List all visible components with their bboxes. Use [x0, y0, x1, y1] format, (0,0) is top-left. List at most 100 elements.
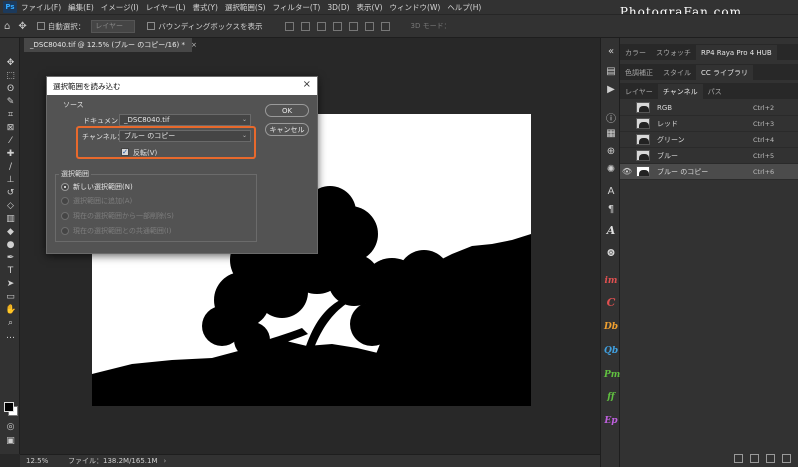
invert-checkbox[interactable]: ✓: [121, 148, 129, 156]
foreground-color-swatch[interactable]: [4, 402, 14, 412]
plugin-ep-icon[interactable]: Ep: [604, 414, 618, 428]
tab-color[interactable]: カラー: [620, 45, 651, 60]
tab-cc-libraries[interactable]: CC ライブラリ: [696, 65, 754, 80]
operation-group-label: 選択範囲: [59, 169, 91, 179]
eye-icon[interactable]: 👁: [620, 167, 634, 176]
channel-row-rgb[interactable]: RGB Ctrl+2: [620, 100, 798, 116]
channel-row-green[interactable]: グリーン Ctrl+4: [620, 132, 798, 148]
menu-edit[interactable]: 編集(E): [68, 2, 94, 13]
align-middle-icon[interactable]: [300, 21, 310, 31]
align-bottom-icon[interactable]: [316, 21, 326, 31]
crop-icon[interactable]: ⌗: [5, 110, 16, 121]
add-selection-radio[interactable]: [61, 197, 69, 205]
move-tool-icon[interactable]: ✥: [18, 21, 26, 32]
save-selection-icon[interactable]: [750, 454, 759, 463]
more-tools-icon[interactable]: …: [5, 331, 16, 342]
lasso-icon[interactable]: ʘ: [5, 84, 16, 95]
tab-raya-pro[interactable]: RP4 Raya Pro 4 HUB: [696, 45, 777, 60]
menu-filter[interactable]: フィルター(T): [273, 2, 321, 13]
type-icon[interactable]: T: [5, 266, 16, 277]
brush-icon[interactable]: ∕: [5, 162, 16, 173]
plugin-ff-icon[interactable]: ff: [604, 390, 618, 404]
tab-styles[interactable]: スタイル: [658, 65, 696, 80]
properties-panel-icon[interactable]: ▦: [601, 128, 621, 139]
healing-icon[interactable]: ✚: [5, 149, 16, 160]
eraser-icon[interactable]: ◇: [5, 201, 16, 212]
frame-icon[interactable]: ⊠: [5, 123, 16, 134]
shape-icon[interactable]: ▭: [5, 292, 16, 303]
cancel-button[interactable]: キャンセル: [265, 123, 309, 136]
menu-view[interactable]: 表示(V): [357, 2, 383, 13]
menu-window[interactable]: ウィンドウ(W): [390, 2, 441, 13]
new-selection-radio[interactable]: [61, 183, 69, 191]
zoom-icon[interactable]: ⌕: [5, 318, 16, 329]
tab-adjustments[interactable]: 色調補正: [620, 65, 658, 80]
gradient-icon[interactable]: ▥: [5, 214, 16, 225]
blur-icon[interactable]: ◆: [5, 227, 16, 238]
pen-icon[interactable]: ✒: [5, 253, 16, 264]
menu-image[interactable]: イメージ(I): [101, 2, 139, 13]
menu-3d[interactable]: 3D(D): [327, 3, 349, 12]
history-brush-icon[interactable]: ↺: [5, 188, 16, 199]
dodge-icon[interactable]: ●: [5, 240, 16, 251]
trash-icon[interactable]: [782, 454, 791, 463]
align-right-icon[interactable]: [364, 21, 374, 31]
plugin-eye-icon[interactable]: ⊛: [604, 246, 618, 260]
status-menu-arrow[interactable]: ›: [164, 457, 167, 465]
bounding-box-checkbox[interactable]: [147, 22, 156, 30]
close-tab-icon[interactable]: ×: [191, 41, 197, 49]
menu-file[interactable]: ファイル(F): [21, 2, 61, 13]
load-channel-selection-icon[interactable]: [734, 454, 743, 463]
channel-row-blue-copy[interactable]: 👁 ブルー のコピー Ctrl+6: [620, 164, 798, 180]
stamp-icon[interactable]: ⊥: [5, 175, 16, 186]
plugin-c-icon[interactable]: C: [604, 296, 618, 310]
paragraph-panel-icon[interactable]: ¶: [601, 204, 621, 215]
menu-select[interactable]: 選択範囲(S): [225, 2, 266, 13]
plugin-a-icon[interactable]: A: [604, 224, 618, 238]
intersect-selection-radio[interactable]: [61, 227, 69, 235]
align-top-icon[interactable]: [284, 21, 294, 31]
marquee-icon[interactable]: ⬚: [5, 71, 16, 82]
auto-select-dropdown[interactable]: レイヤー: [91, 19, 136, 33]
eyedropper-icon[interactable]: ⁄: [5, 136, 16, 147]
quick-mask-icon[interactable]: ◎: [5, 422, 16, 433]
history-panel-icon[interactable]: ▤: [601, 66, 621, 77]
close-icon[interactable]: ×: [303, 79, 311, 90]
menu-layer[interactable]: レイヤー(L): [146, 2, 186, 13]
play-actions-icon[interactable]: ▶: [601, 84, 621, 95]
quick-select-icon[interactable]: ✎: [5, 97, 16, 108]
character-panel-icon[interactable]: A: [601, 186, 621, 197]
distribute-icon[interactable]: [380, 21, 390, 31]
tab-channels[interactable]: チャンネル: [657, 84, 703, 99]
hand-icon[interactable]: ✋: [5, 305, 16, 316]
document-select[interactable]: _DSC8040.tif ⌄: [119, 114, 251, 126]
channel-select[interactable]: ブルー のコピー ⌄: [119, 130, 251, 142]
plugin-pm-icon[interactable]: Pm: [604, 368, 620, 382]
adjust-panel-icon[interactable]: ✺: [601, 164, 621, 175]
subtract-selection-radio[interactable]: [61, 212, 69, 220]
align-left-icon[interactable]: [332, 21, 342, 31]
screen-mode-icon[interactable]: ▣: [5, 436, 16, 447]
plugin-im-icon[interactable]: im: [604, 274, 618, 288]
brush-settings-icon[interactable]: ⊕: [601, 146, 621, 157]
align-center-icon[interactable]: [348, 21, 358, 31]
ok-button[interactable]: OK: [265, 104, 309, 117]
new-channel-icon[interactable]: [766, 454, 775, 463]
plugin-db-icon[interactable]: Db: [604, 320, 618, 334]
auto-select-checkbox[interactable]: [36, 22, 45, 30]
tab-swatches[interactable]: スウォッチ: [651, 45, 696, 60]
plugin-qb-icon[interactable]: Qb: [604, 344, 618, 358]
tab-paths[interactable]: パス: [703, 84, 727, 99]
path-select-icon[interactable]: ➤: [5, 279, 16, 290]
document-tab[interactable]: _DSC8040.tif @ 12.5% (ブルー のコピー/16) * ×: [24, 38, 197, 52]
channel-row-red[interactable]: レッド Ctrl+3: [620, 116, 798, 132]
zoom-level[interactable]: 12.5%: [20, 457, 54, 465]
menu-type[interactable]: 書式(Y): [193, 2, 218, 13]
tab-layers[interactable]: レイヤー: [620, 84, 658, 99]
info-panel-icon[interactable]: ⓘ: [601, 110, 621, 125]
move-icon[interactable]: ✥: [5, 58, 16, 69]
home-icon[interactable]: ⌂: [4, 21, 10, 32]
collapse-arrows-icon[interactable]: «: [601, 46, 621, 57]
menu-help[interactable]: ヘルプ(H): [447, 2, 481, 13]
channel-row-blue[interactable]: ブルー Ctrl+5: [620, 148, 798, 164]
